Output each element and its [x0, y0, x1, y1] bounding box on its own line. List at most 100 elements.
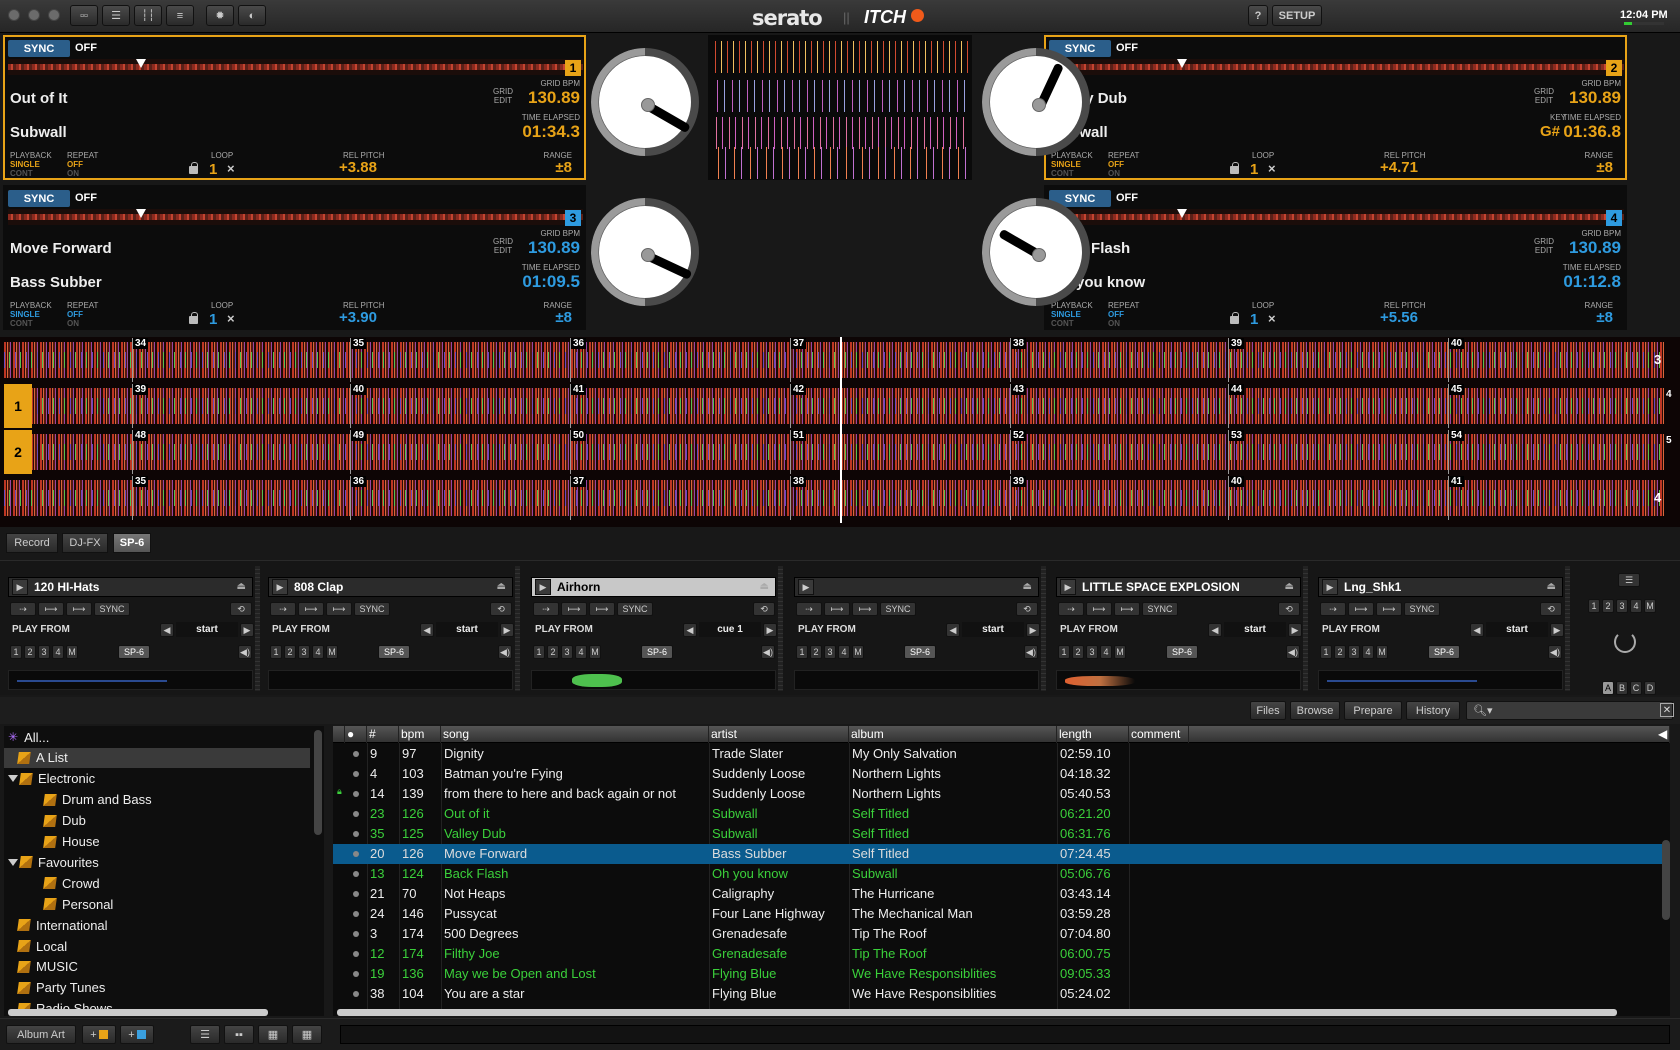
grid-edit-button[interactable]: GRID EDIT: [492, 237, 514, 255]
browser-history-button[interactable]: History: [1406, 701, 1460, 720]
repeat-off-button[interactable]: OFF: [67, 160, 83, 169]
sun-icon[interactable]: ✹: [206, 5, 234, 26]
waveform-area[interactable]: 34 35 36 37 38 39 40 3 39 40 41 42 43 44 45 1 4 48 49 50 51 5…: [0, 337, 1680, 527]
master-volume-knob[interactable]: [1614, 631, 1636, 653]
browser-browse-button[interactable]: Browse: [1290, 701, 1340, 720]
vertical-view-icon[interactable]: ▫▫: [70, 5, 98, 26]
master-output-button[interactable]: 4: [1630, 599, 1642, 613]
sp6-button[interactable]: SP-6: [641, 645, 673, 659]
repeat-icon[interactable]: ⟲: [1540, 602, 1562, 616]
sp6-button[interactable]: SP-6: [1428, 645, 1460, 659]
table-row[interactable]: 4 103 Batman you're Fying Suddenly Loose Nor…: [333, 764, 1670, 784]
crate-item[interactable]: Personal: [4, 894, 310, 914]
output-select-button[interactable]: 2: [547, 645, 559, 659]
repeat-on-button[interactable]: ON: [67, 169, 79, 178]
sample-sync-button[interactable]: SYNC: [94, 602, 130, 616]
prev-cue-icon[interactable]: ◀: [1208, 623, 1222, 637]
grid-view-icon[interactable]: ▦: [292, 1025, 322, 1044]
crate-item[interactable]: Dub: [4, 811, 310, 831]
repeat-on-button[interactable]: ON: [1108, 319, 1120, 328]
crate-item[interactable]: Crowd: [4, 873, 310, 893]
repeat-icon[interactable]: ⟲: [1016, 602, 1038, 616]
play-sample-button[interactable]: ▶: [12, 579, 28, 595]
sync-button[interactable]: SYNC: [8, 40, 70, 57]
table-row[interactable]: 9 97 Dignity Trade Slater My Only Salvation 0…: [333, 744, 1670, 764]
prev-cue-icon[interactable]: ◀: [160, 623, 174, 637]
output-select-button[interactable]: M: [326, 645, 338, 659]
output-select-button[interactable]: M: [1376, 645, 1388, 659]
sample-slot-header[interactable]: ▶ LITTLE SPACE EXPLOSION ⏏: [1056, 577, 1301, 597]
clear-search-icon[interactable]: ✕: [1660, 703, 1674, 717]
pitch-range-button[interactable]: ±8: [1596, 159, 1613, 176]
horizontal-view-icon[interactable]: ☰: [102, 5, 130, 26]
simple-list-view-icon[interactable]: ☰: [190, 1025, 220, 1044]
track-overview[interactable]: [1049, 209, 1624, 225]
next-cue-icon[interactable]: ▶: [240, 623, 254, 637]
sample-slot-header[interactable]: ▶ 808 Clap ⏏: [268, 577, 513, 597]
minimize-window-button[interactable]: [28, 9, 40, 21]
expand-triangle-icon[interactable]: [8, 858, 18, 866]
add-crate-button[interactable]: +: [82, 1025, 116, 1044]
repeat-icon[interactable]: ⟲: [230, 602, 252, 616]
play-from-value[interactable]: start: [436, 622, 498, 637]
eject-icon[interactable]: ⏏: [497, 581, 506, 592]
playback-mode-button[interactable]: SINGLE: [1051, 310, 1081, 319]
loop-clear-button[interactable]: ×: [227, 161, 235, 176]
lock-icon[interactable]: [1230, 162, 1239, 174]
output-select-button[interactable]: 4: [838, 645, 850, 659]
loop-length-value[interactable]: 1: [209, 161, 217, 178]
next-cue-icon[interactable]: ▶: [1026, 623, 1040, 637]
volume-icon[interactable]: ◀): [498, 645, 512, 659]
column-scroll-arrow-icon[interactable]: ◀: [1656, 726, 1670, 743]
album-art-button[interactable]: Album Art: [6, 1025, 76, 1044]
add-smart-crate-button[interactable]: +: [120, 1025, 154, 1044]
output-select-button[interactable]: 3: [1086, 645, 1098, 659]
sync-off-button[interactable]: OFF: [75, 42, 97, 54]
sample-slot-header[interactable]: ▶ Airhorn ⏏: [531, 577, 776, 597]
output-select-button[interactable]: M: [852, 645, 864, 659]
expand-triangle-icon[interactable]: [8, 775, 18, 783]
table-row[interactable]: 38 104 You are a star Flying Blue We Have Re…: [333, 984, 1670, 1004]
bank-button[interactable]: A: [1602, 681, 1614, 695]
lock-icon[interactable]: [189, 312, 198, 324]
output-select-button[interactable]: 2: [810, 645, 822, 659]
eject-icon[interactable]: ⏏: [1547, 581, 1556, 592]
zoom-window-button[interactable]: [48, 9, 60, 21]
pitch-range-button[interactable]: ±8: [555, 309, 572, 326]
reverse-mode-icon[interactable]: ⟼: [1376, 602, 1402, 616]
loop-mode-icon[interactable]: ⟼: [38, 602, 64, 616]
prev-cue-icon[interactable]: ◀: [683, 623, 697, 637]
repeat-icon[interactable]: ⟲: [753, 602, 775, 616]
pitch-range-button[interactable]: ±8: [555, 159, 572, 176]
repeat-off-button[interactable]: OFF: [1108, 310, 1124, 319]
bank-button[interactable]: B: [1616, 681, 1628, 695]
crate-item[interactable]: Local: [4, 936, 310, 956]
bank-button[interactable]: D: [1644, 681, 1656, 695]
output-select-button[interactable]: 1: [1320, 645, 1332, 659]
volume-icon[interactable]: ◀): [761, 645, 775, 659]
loop-clear-button[interactable]: ×: [1268, 161, 1276, 176]
grid-edit-button[interactable]: GRID EDIT: [1533, 87, 1555, 105]
grid-edit-button[interactable]: GRID EDIT: [492, 87, 514, 105]
close-window-button[interactable]: [8, 9, 20, 21]
output-select-button[interactable]: 4: [312, 645, 324, 659]
repeat-off-button[interactable]: OFF: [67, 310, 83, 319]
output-select-button[interactable]: 1: [533, 645, 545, 659]
column-header-song[interactable]: song: [441, 726, 709, 743]
volume-icon[interactable]: ◀): [238, 645, 252, 659]
output-select-button[interactable]: 2: [24, 645, 36, 659]
tab-sp-6[interactable]: SP-6: [113, 533, 151, 553]
virtual-platter[interactable]: [591, 198, 699, 306]
setup-button[interactable]: SETUP: [1272, 5, 1322, 26]
table-row[interactable]: 3 174 500 Degrees Grenadesafe Tip The Roof 07…: [333, 924, 1670, 944]
volume-icon[interactable]: ◀): [1548, 645, 1562, 659]
moon-icon[interactable]: ◐: [238, 5, 266, 26]
track-overview[interactable]: [8, 59, 583, 75]
column-header-artist[interactable]: artist: [709, 726, 849, 743]
sample-slot-header[interactable]: ▶ Lng_Shk1 ⏏: [1318, 577, 1563, 597]
play-from-value[interactable]: start: [176, 622, 238, 637]
sp6-button[interactable]: SP-6: [118, 645, 150, 659]
output-select-button[interactable]: 3: [38, 645, 50, 659]
repeat-icon[interactable]: ⟲: [490, 602, 512, 616]
crate-item[interactable]: Favourites: [4, 852, 310, 872]
